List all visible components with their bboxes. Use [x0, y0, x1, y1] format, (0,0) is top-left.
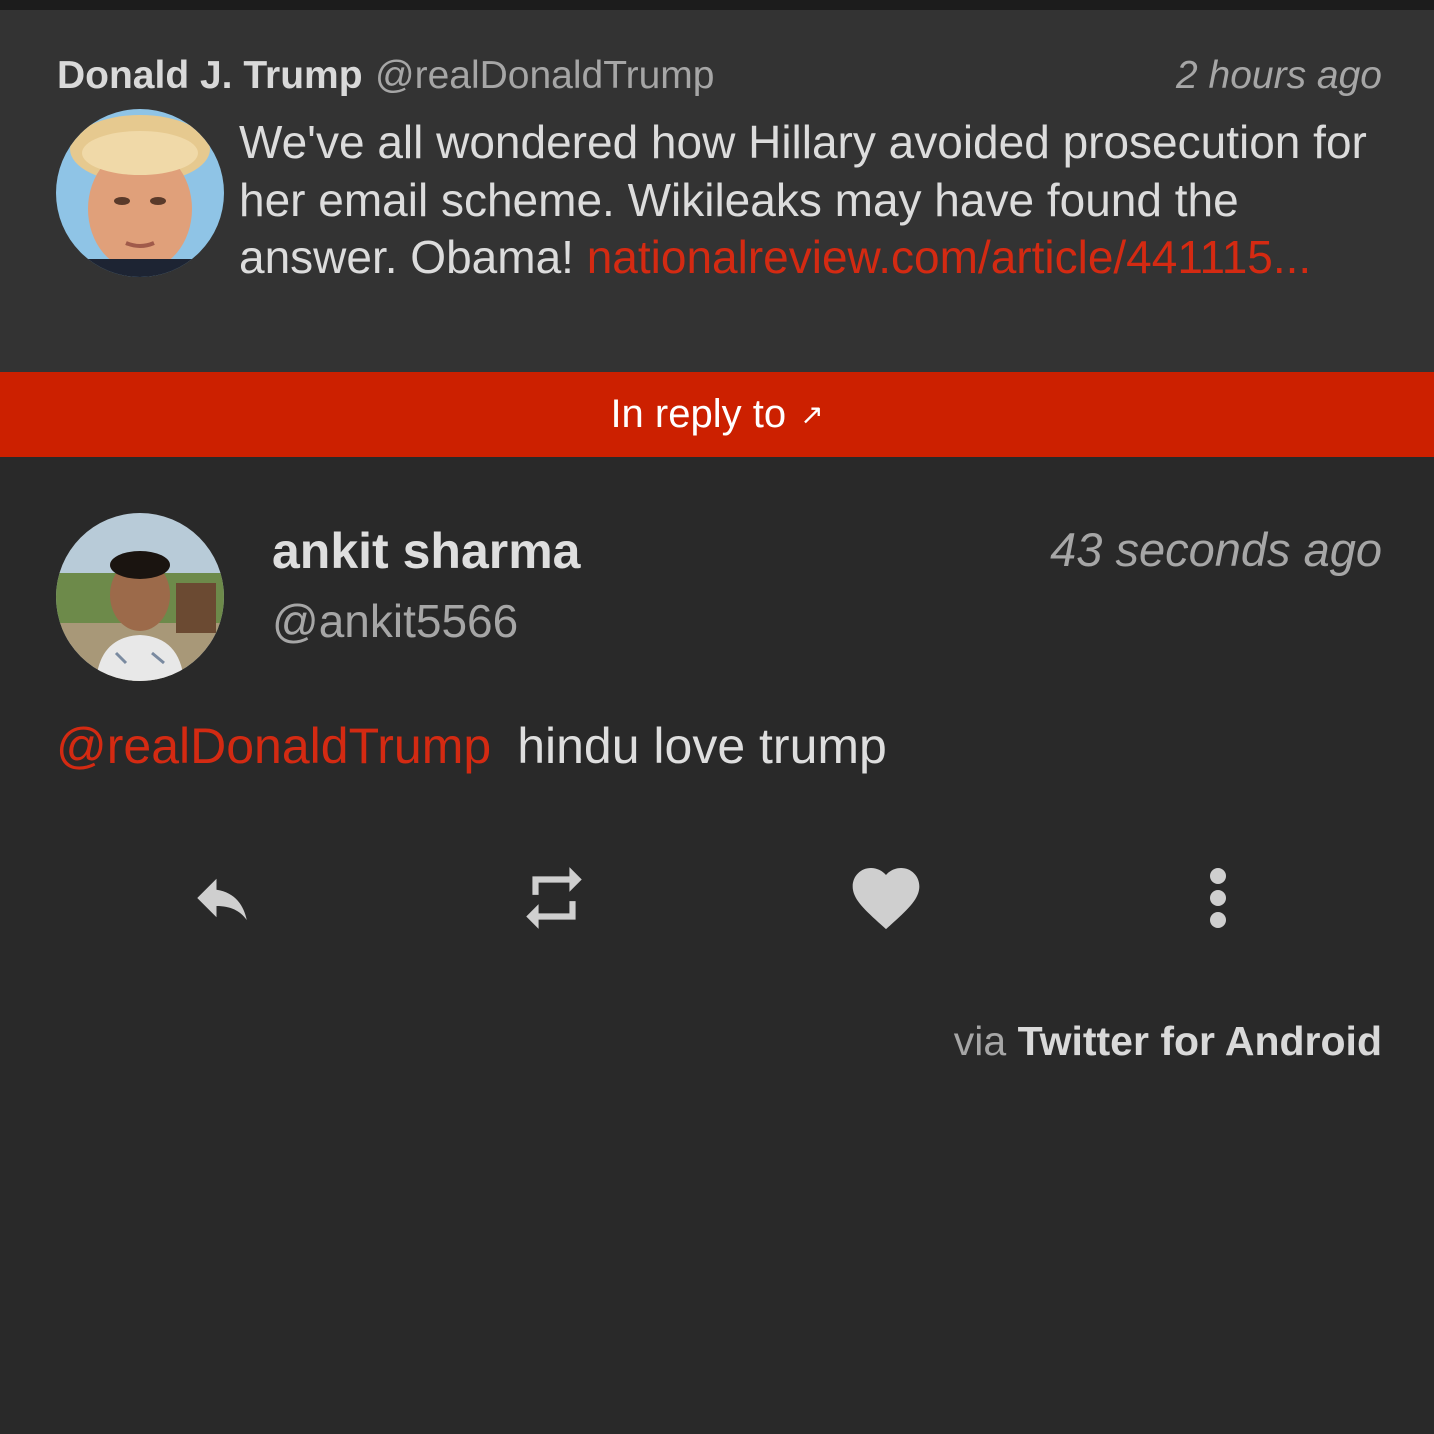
- reply-icon: [197, 878, 247, 920]
- parent-tweet-link[interactable]: nationalreview.com/article/441115...: [587, 231, 1311, 283]
- status-strip: [0, 0, 1434, 10]
- reply-avatar[interactable]: [56, 513, 224, 681]
- retweet-button[interactable]: [506, 850, 602, 946]
- source-prefix: via: [953, 1018, 1007, 1064]
- source-client[interactable]: Twitter for Android: [1018, 1018, 1382, 1064]
- reply-timestamp: 43 seconds ago: [1050, 523, 1382, 576]
- reply-tweet-body: hindu love trump: [517, 718, 887, 774]
- reply-button[interactable]: [174, 850, 270, 946]
- reply-author-handle[interactable]: @ankit5566: [272, 594, 518, 648]
- parent-avatar[interactable]: [56, 109, 224, 277]
- external-arrow-icon: ↗: [800, 399, 824, 430]
- reply-mention-link[interactable]: @realDonaldTrump: [56, 718, 491, 774]
- parent-timestamp: 2 hours ago: [1176, 54, 1382, 97]
- reply-tweet-text: @realDonaldTrump hindu love trump: [56, 717, 887, 775]
- more-vertical-icon: [1210, 868, 1226, 928]
- parent-author-handle[interactable]: @realDonaldTrump: [375, 54, 714, 98]
- like-button[interactable]: [838, 850, 934, 946]
- tweet-source: via Twitter for Android: [954, 1018, 1382, 1065]
- reply-author-name[interactable]: ankit sharma: [272, 522, 580, 580]
- parent-tweet-text: We've all wondered how Hillary avoided p…: [239, 114, 1379, 287]
- more-options-button[interactable]: [1170, 850, 1266, 946]
- parent-tweet[interactable]: Donald J. Trump @realDonaldTrump 2 hours…: [0, 10, 1434, 372]
- in-reply-to-bar[interactable]: In reply to ↗: [0, 372, 1434, 457]
- in-reply-to-label: In reply to: [610, 392, 787, 436]
- retweet-icon: [526, 867, 582, 929]
- parent-author-name[interactable]: Donald J. Trump: [57, 54, 363, 98]
- heart-icon: [852, 868, 920, 930]
